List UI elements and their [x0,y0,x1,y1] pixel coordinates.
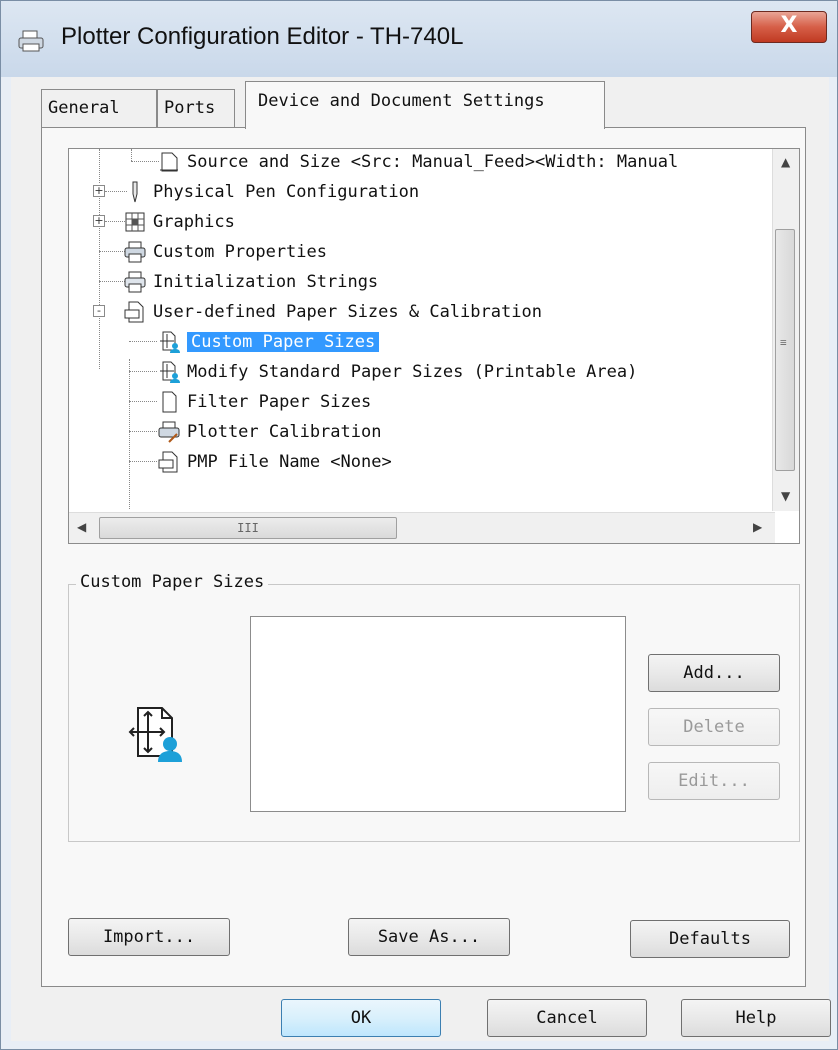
delete-button[interactable]: Delete [648,708,780,746]
edit-button[interactable]: Edit... [648,762,780,800]
defaults-button[interactable]: Defaults [630,920,790,958]
custom-paper-sizes-list[interactable] [250,616,626,812]
horizontal-scroll-thumb[interactable]: III [99,517,397,539]
printer-strings-icon [124,271,146,293]
tree-item-custom-paper-sizes[interactable]: Custom Paper Sizes [157,327,380,357]
tree-item-user-defined-paper[interactable]: User-defined Paper Sizes & Calibration [123,297,542,327]
import-button[interactable]: Import... [68,918,230,956]
ok-button[interactable]: OK [281,999,441,1037]
filter-paper-icon [162,391,177,413]
tab-ports[interactable]: Ports [157,89,235,127]
tree-item-source-size[interactable]: Source and Size <Src: Manual_Feed><Width… [157,149,678,177]
cancel-button[interactable]: Cancel [487,999,647,1037]
tab-device-document-settings[interactable]: Device and Document Settings [245,81,605,129]
expand-icon[interactable]: + [93,215,105,227]
plotter-icon [18,30,44,52]
expand-icon[interactable]: + [93,185,105,197]
tree-item-plotter-calibration[interactable]: Plotter Calibration [157,417,381,447]
tree-vertical-scrollbar[interactable]: ▲ ≡ ▼ [772,149,799,511]
grip-icon: ≡ [780,336,787,349]
close-icon: X [780,13,798,38]
help-button[interactable]: Help [681,999,831,1037]
add-button[interactable]: Add... [648,654,780,692]
plotter-calibration-icon [158,421,180,443]
tree-horizontal-scrollbar[interactable]: ◀ III ▶ [69,512,775,543]
tab-general[interactable]: General [41,89,157,127]
paper-calibration-icon [124,301,144,323]
tree-item-initialization-strings[interactable]: Initialization Strings [123,267,378,297]
scroll-down-icon[interactable]: ▼ [781,489,790,503]
dialog-client-area: General Ports Device and Document Settin… [11,77,831,1041]
save-as-button[interactable]: Save As... [348,918,510,956]
tree-item-custom-properties[interactable]: Custom Properties [123,237,327,267]
modify-paper-icon [160,361,180,383]
scroll-left-icon[interactable]: ◀ [77,520,86,534]
tree-item-physical-pen[interactable]: Physical Pen Configuration [123,177,419,207]
vertical-scroll-thumb[interactable]: ≡ [775,229,795,471]
pen-icon [132,181,138,203]
settings-tree[interactable]: Source and Size <Src: Manual_Feed><Width… [68,148,800,544]
group-label: Custom Paper Sizes [76,572,269,592]
plotter-config-window: Plotter Configuration Editor - TH-740L X… [0,0,838,1050]
close-button[interactable]: X [751,11,827,43]
scroll-up-icon[interactable]: ▲ [781,155,790,169]
custom-paper-size-icon [128,707,182,762]
tree-item-pmp-file-name[interactable]: PMP File Name <None> [157,447,392,477]
graphics-icon [125,212,145,232]
tree-item-filter-paper-sizes[interactable]: Filter Paper Sizes [157,387,371,417]
title-bar[interactable]: Plotter Configuration Editor - TH-740L X [1,1,837,77]
tab-panel: Source and Size <Src: Manual_Feed><Width… [41,127,806,987]
pmp-file-icon [158,451,178,473]
printer-properties-icon [124,241,146,263]
scroll-right-icon[interactable]: ▶ [753,520,762,534]
paper-size-icon [160,152,178,172]
custom-paper-icon [160,331,180,353]
tree-item-modify-standard-paper[interactable]: Modify Standard Paper Sizes (Printable A… [157,357,637,387]
window-title: Plotter Configuration Editor - TH-740L [61,23,464,50]
tree-item-graphics[interactable]: Graphics [123,207,235,237]
collapse-icon[interactable]: - [93,305,105,317]
